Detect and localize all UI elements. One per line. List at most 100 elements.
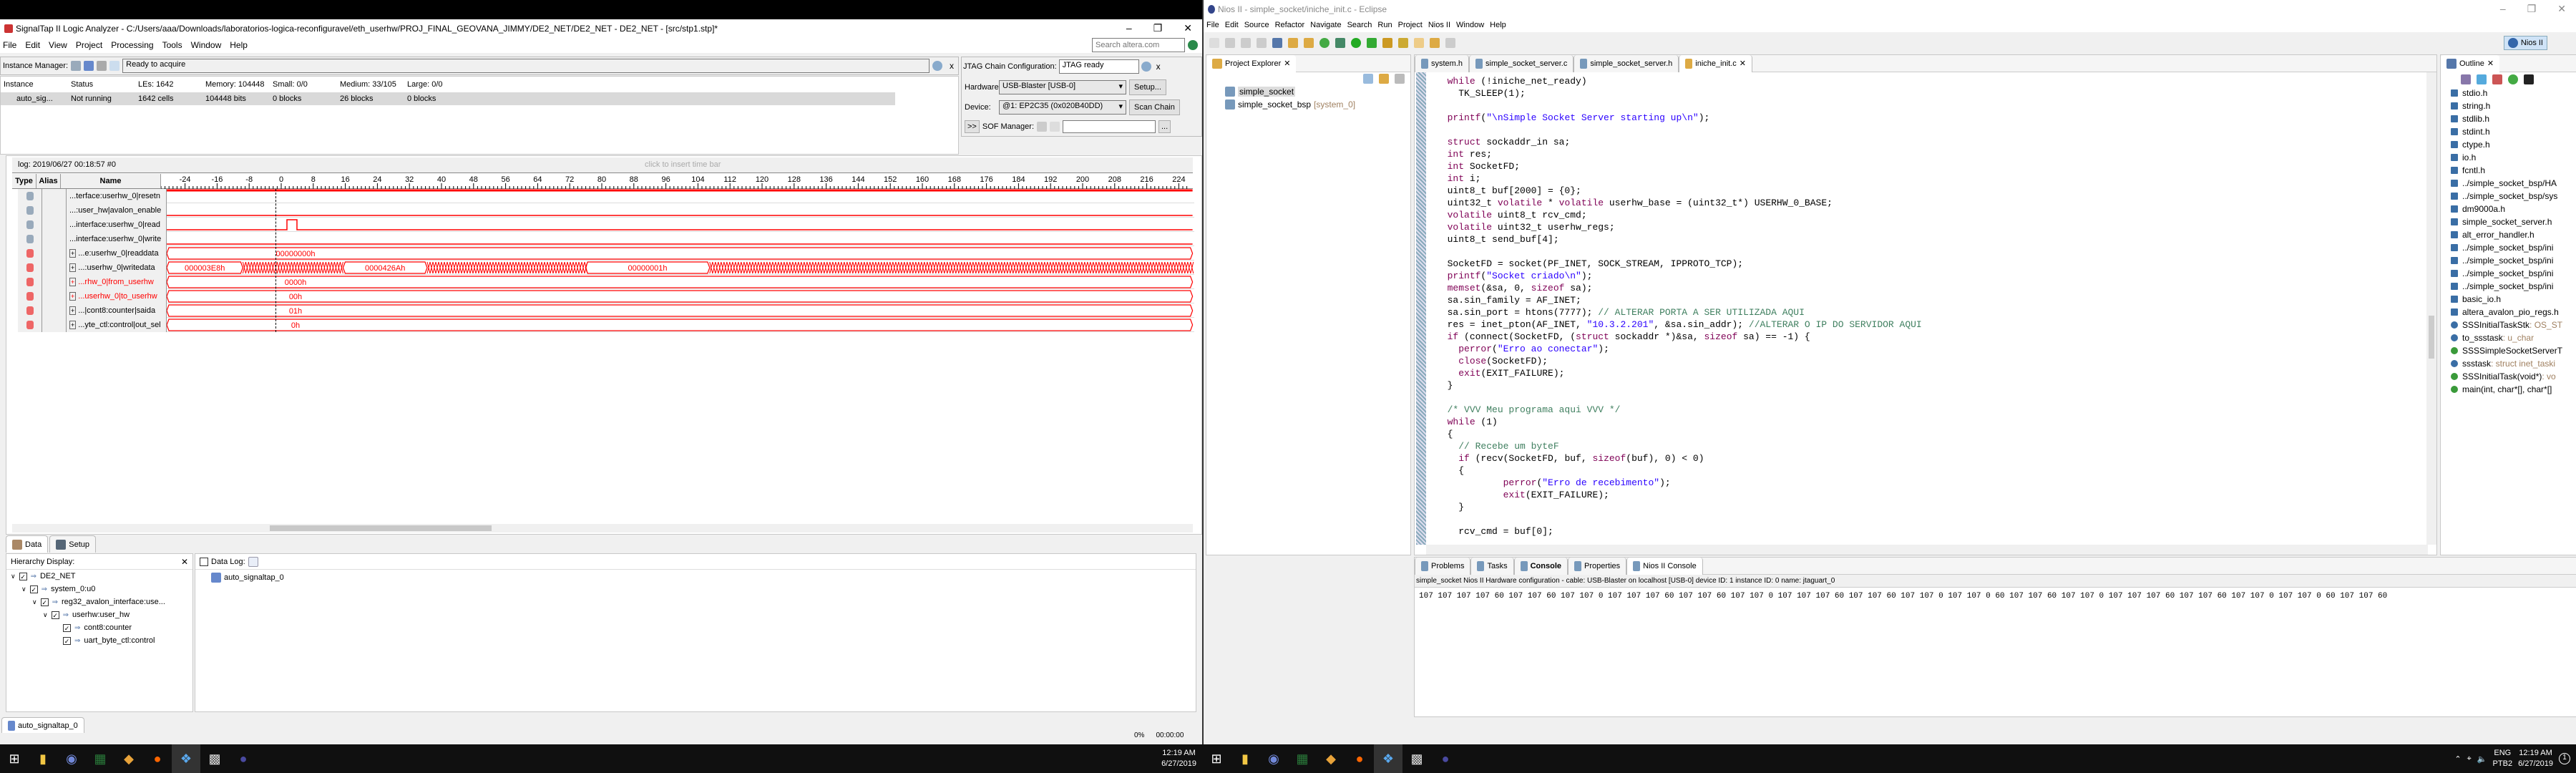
minimize-button[interactable]: –	[2500, 3, 2506, 15]
menu-search[interactable]: Search	[1347, 21, 1372, 29]
hide-fields-icon[interactable]	[2477, 74, 2487, 84]
discord-icon[interactable]: ◉	[57, 744, 86, 773]
outline-item[interactable]: to_ssstask : u_char	[2451, 331, 2576, 344]
jtag-help-icon[interactable]	[1141, 62, 1151, 72]
outline-item[interactable]: SSSInitialTask(void*) : vo	[2451, 370, 2576, 383]
volume-icon[interactable]: 🔈	[2477, 754, 2487, 764]
hierarchy-checkbox[interactable]: ✓	[63, 636, 71, 645]
time-ruler[interactable]: -24 -16 -8 0 8 16 24 32 40 48 56 64 72 80 88 96 104 112 12…	[161, 174, 1193, 189]
new-source-icon[interactable]	[1304, 38, 1314, 48]
instance-column-header[interactable]: Status	[68, 80, 135, 89]
hierarchy-checkbox[interactable]: ✓	[51, 611, 59, 619]
name-column-header[interactable]: Name	[61, 174, 161, 188]
new-class-icon[interactable]	[1272, 38, 1282, 48]
menu-navigate[interactable]: Navigate	[1310, 21, 1341, 29]
forward-icon[interactable]	[1445, 38, 1455, 48]
notifications-icon[interactable]: 1	[2559, 753, 2570, 764]
menu-nios-ii[interactable]: Nios II	[1428, 21, 1450, 29]
outline-item[interactable]: io.h	[2451, 151, 2576, 164]
insert-time-bar-hint[interactable]: click to insert time bar	[645, 160, 721, 169]
file-explorer-icon[interactable]: ▮	[29, 744, 57, 773]
build-icon[interactable]	[1319, 38, 1330, 48]
editor-tab[interactable]: simple_socket_server.h	[1574, 54, 1679, 72]
sof-path-input[interactable]	[1063, 120, 1156, 133]
expand-icon[interactable]: +	[69, 278, 77, 286]
outline-item[interactable]: SSSSimpleSocketServerT	[2451, 344, 2576, 357]
hierarchy-item[interactable]: ✓ ⇒ uart_byte_ctl:control	[6, 634, 192, 647]
data-log-checkbox[interactable]	[200, 557, 208, 566]
git-icon[interactable]: ◆	[1317, 744, 1345, 773]
close-button[interactable]: ✕	[1184, 22, 1192, 34]
instance-column-header[interactable]: LEs: 1642	[135, 80, 203, 89]
console-tab-tasks[interactable]: Tasks	[1470, 557, 1514, 575]
code-editor[interactable]: while (!iniche_net_ready) TK_SLEEP(1); p…	[1436, 75, 2424, 548]
instance-column-header[interactable]: Large: 0/0	[404, 80, 472, 89]
close-tab-icon[interactable]: ✕	[1284, 59, 1290, 68]
minimize-button[interactable]: –	[1126, 22, 1132, 34]
chevron-down-icon[interactable]: ∨	[11, 573, 16, 580]
signal-row[interactable]: ...:user_hw|avalon_enable	[18, 203, 1194, 218]
menu-source[interactable]: Source	[1244, 21, 1269, 29]
file-explorer-icon[interactable]: ▮	[1231, 744, 1259, 773]
console-output[interactable]: 107 107 107 107 60 107 107 60 107 107 0 …	[1415, 588, 2576, 606]
signal-row[interactable]: ...interface:userhw_0|read	[18, 218, 1194, 232]
signal-waveform[interactable]	[167, 203, 1199, 218]
hierarchy-checkbox[interactable]: ✓	[19, 572, 27, 580]
menu-run[interactable]: Run	[1377, 21, 1392, 29]
signal-waveform[interactable]: 00h	[167, 289, 1199, 303]
outline-item[interactable]: ../simple_socket_bsp/ini	[2451, 267, 2576, 280]
hardware-select[interactable]: USB-Blaster [USB-0] ▾	[999, 80, 1126, 94]
menu-window[interactable]: Window	[191, 40, 222, 50]
menu-tools[interactable]: Tools	[162, 40, 182, 50]
instance-table-row[interactable]: auto_sig... Not running 1642 cells 104448 b…	[1, 92, 895, 105]
type-column-header[interactable]: Type	[12, 174, 36, 188]
signal-waveform[interactable]: 00000000h	[167, 246, 1199, 261]
signal-waveform[interactable]	[167, 218, 1199, 232]
outline-item[interactable]: alt_error_handler.h	[2451, 228, 2576, 241]
firefox-icon[interactable]: ●	[143, 744, 172, 773]
expand-icon[interactable]: +	[69, 292, 77, 301]
vertical-scrollbar[interactable]	[2426, 72, 2436, 545]
print-icon[interactable]	[1257, 38, 1267, 48]
signal-name[interactable]: + ...userhw_0|to_userhw	[67, 289, 167, 303]
data-log-icon[interactable]	[248, 556, 258, 567]
signal-name[interactable]: ...interface:userhw_0|read	[67, 218, 167, 232]
console-tab-properties[interactable]: Properties	[1568, 557, 1627, 575]
close-instance-manager-icon[interactable]: x	[945, 61, 958, 71]
outline-item[interactable]: stdlib.h	[2451, 112, 2576, 125]
restore-button[interactable]: ❐	[1153, 22, 1163, 34]
hierarchy-item[interactable]: ∨ ✓ ⇒ userhw:user_hw	[6, 608, 192, 621]
hierarchy-item[interactable]: ∨ ✓ ⇒ DE2_NET	[6, 570, 192, 583]
close-tab-icon[interactable]: ✕	[1740, 59, 1746, 68]
eclipse-taskbar-icon[interactable]: ●	[1431, 744, 1460, 773]
outline-item[interactable]: stdint.h	[2451, 125, 2576, 138]
signal-name[interactable]: ...terface:userhw_0|resetn	[67, 189, 167, 203]
hide-static-icon[interactable]	[2492, 74, 2502, 84]
instance-column-header[interactable]: Instance	[1, 80, 68, 89]
clock[interactable]: 12:19 AM 6/27/2019	[1161, 748, 1196, 769]
signal-name[interactable]: + ...:userhw_0|writedata	[67, 261, 167, 275]
outline-item[interactable]: ctype.h	[2451, 138, 2576, 151]
language-indicator[interactable]: ENG PTB2	[2493, 748, 2513, 769]
python-file-icon[interactable]: ▩	[1402, 744, 1431, 773]
discord-icon[interactable]: ◉	[1259, 744, 1288, 773]
signal-row[interactable]: + ...:userhw_0|writedata 000003E8h 0000426A…	[18, 261, 1194, 275]
expand-icon[interactable]: +	[69, 263, 77, 272]
signal-waveform[interactable]: 0h	[167, 318, 1199, 332]
outline-item[interactable]: dm9000a.h	[2451, 203, 2576, 215]
menu-processing[interactable]: Processing	[111, 40, 153, 50]
outline-tab[interactable]: Outline ✕	[2441, 55, 2500, 72]
menu-window[interactable]: Window	[1456, 21, 1484, 29]
view-menu-icon[interactable]	[1395, 74, 1405, 84]
search-altera-input[interactable]	[1092, 38, 1185, 52]
outline-item[interactable]: ../simple_socket_bsp/ini	[2451, 241, 2576, 254]
outline-item[interactable]: string.h	[2451, 99, 2576, 112]
vim-icon[interactable]: ▦	[1288, 744, 1317, 773]
network-icon[interactable]: ⌖	[2467, 754, 2472, 764]
menu-refactor[interactable]: Refactor	[1275, 21, 1305, 29]
signal-row[interactable]: + ...userhw_0|to_userhw 00h	[18, 289, 1194, 303]
outline-item[interactable]: altera_avalon_pio_regs.h	[2451, 306, 2576, 319]
signal-waveform[interactable]: 0000h	[167, 275, 1199, 289]
outline-item[interactable]: fcntl.h	[2451, 164, 2576, 177]
hierarchy-checkbox[interactable]: ✓	[63, 623, 71, 632]
